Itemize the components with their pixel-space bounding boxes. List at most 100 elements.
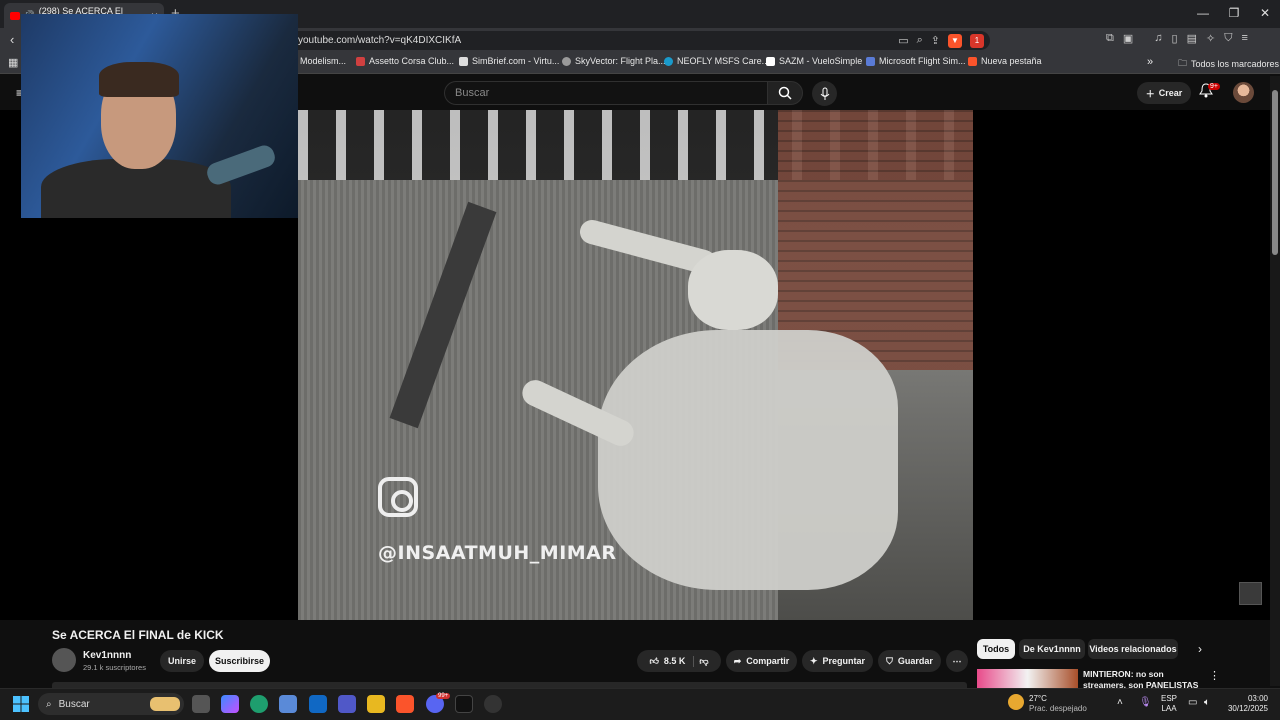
video-title: Se ACERCA El FINAL de KICK: [52, 628, 224, 642]
channel-name[interactable]: Kev1nnnn: [83, 650, 131, 661]
mic-active-icon[interactable]: 🎙︎: [1139, 698, 1152, 708]
bookmark-favicon-icon: [459, 56, 468, 66]
cast-icon[interactable]: ▭: [898, 34, 908, 47]
bookmark-icon: ⛉: [886, 655, 893, 666]
all-bookmarks-label: Todos los marcadores: [1191, 59, 1280, 69]
back-icon[interactable]: ‹: [10, 32, 14, 47]
close-window-icon[interactable]: ✕: [1255, 6, 1275, 20]
like-dislike-group: 👍︎ 8.5 K 👎︎: [637, 650, 721, 672]
search-placeholder: Buscar: [455, 87, 490, 99]
miniplayer-thumbnail[interactable]: [1239, 582, 1262, 605]
video-frame[interactable]: @INSAATMUH_MIMAR: [298, 110, 973, 620]
like-button[interactable]: 👍︎ 8.5 K: [649, 655, 695, 667]
wallet-icon[interactable]: ▤: [1187, 32, 1197, 45]
bookmark-favicon-icon: [356, 56, 365, 66]
bookmark-favicon-icon: [664, 56, 673, 66]
bookmark-item[interactable]: Nueva pestaña: [968, 56, 1042, 66]
bookmark-item[interactable]: SkyVector: Flight Pla...: [562, 56, 666, 66]
weather-icon[interactable]: [1008, 694, 1024, 710]
edge-icon[interactable]: [250, 695, 268, 713]
bookmark-favicon-icon: [968, 56, 977, 66]
subscribe-button[interactable]: Suscribirse: [209, 650, 270, 672]
taskbar-search-label: Buscar: [58, 698, 90, 710]
vpn-icon[interactable]: ⛉: [1224, 32, 1232, 45]
channel-avatar[interactable]: [52, 648, 76, 672]
like-count: 8.5 K: [663, 656, 686, 666]
share-button[interactable]: ➦ Compartir: [726, 650, 797, 672]
chip-from-channel[interactable]: De Kev1nnnn: [1019, 639, 1085, 659]
tiktok-icon[interactable]: [455, 695, 473, 713]
search-button[interactable]: [767, 81, 803, 105]
url-bar[interactable]: youtube.com/watch?v=qK4DIXCIKfA: [288, 31, 990, 50]
chip-related[interactable]: Videos relacionados: [1088, 639, 1178, 659]
voice-search-button[interactable]: [812, 81, 837, 106]
bookmark-label: NEOFLY MSFS Care...: [677, 56, 770, 66]
microphone-arm: [204, 142, 278, 188]
share-icon[interactable]: ⇪: [931, 34, 940, 47]
maximize-icon[interactable]: ❐: [1224, 6, 1244, 20]
copilot-icon[interactable]: [221, 695, 239, 713]
windows-start-icon[interactable]: [13, 696, 29, 717]
bookmark-item[interactable]: Microsoft Flight Sim...: [866, 56, 966, 66]
bookmark-label: Modelism...: [300, 56, 347, 66]
thumbs-down-icon: 👎︎: [699, 655, 709, 666]
recommended-title[interactable]: MINTIERON: no son streamers, son PANELIS…: [1083, 669, 1203, 689]
file-explorer-icon[interactable]: [367, 695, 385, 713]
screenshot-icon[interactable]: ▣: [1123, 32, 1133, 45]
thumbs-up-icon: 👍︎: [649, 655, 659, 666]
bookmark-label: SimBrief.com - Virtu...: [472, 56, 560, 66]
clock[interactable]: 03:00 30/12/2025: [1226, 694, 1268, 714]
apps-grid-icon[interactable]: ▦: [8, 56, 18, 69]
outlook-icon[interactable]: [309, 695, 327, 713]
dislike-button[interactable]: 👎︎: [699, 656, 708, 667]
omnibox-actions: ▭ ⌕ ⇪ ▼ 1: [898, 31, 984, 50]
bookmark-item[interactable]: SAZM - VueloSimple: [766, 56, 862, 66]
bookmark-item[interactable]: Modelism...: [300, 56, 346, 66]
url-text: youtube.com/watch?v=qK4DIXCIKfA: [298, 35, 462, 46]
weather-temp: 27°C: [1029, 694, 1047, 703]
bookmarks-overflow-icon[interactable]: »: [1147, 56, 1153, 68]
teams-icon[interactable]: [338, 695, 356, 713]
task-view-icon[interactable]: [192, 695, 210, 713]
steam-icon[interactable]: [484, 695, 502, 713]
chevron-right-icon[interactable]: ›: [1198, 642, 1202, 656]
taskbar-search[interactable]: ⌕ Buscar: [38, 693, 184, 715]
all-bookmarks-button[interactable]: 🗀 Todos los marcadores: [1178, 56, 1279, 72]
clock-date: 30/12/2025: [1227, 704, 1268, 713]
ask-button[interactable]: ✦ Preguntar: [802, 650, 873, 672]
chip-all[interactable]: Todos: [977, 639, 1015, 659]
brave-shields-icon[interactable]: ▼: [948, 33, 962, 48]
brave-rewards-icon[interactable]: 1: [970, 33, 984, 48]
bookmark-favicon-icon: [766, 56, 775, 66]
bookmark-item[interactable]: SimBrief.com - Virtu...: [459, 56, 559, 66]
volume-icon[interactable]: 🔈︎: [1204, 698, 1210, 708]
recommended-thumbnail[interactable]: [977, 669, 1078, 689]
menu-icon[interactable]: ≡: [1241, 32, 1247, 45]
save-label: Guardar: [897, 656, 933, 666]
ask-label: Preguntar: [822, 656, 866, 666]
tray-overflow-icon[interactable]: ˄: [1117, 698, 1123, 708]
music-icon[interactable]: ♫: [1154, 32, 1162, 45]
minimize-icon[interactable]: —: [1193, 6, 1213, 20]
join-button[interactable]: Unirse: [160, 650, 204, 672]
brave-browser-icon[interactable]: [396, 695, 414, 713]
weather-widget[interactable]: 27°C Prac. despejado: [1029, 694, 1087, 714]
network-icon[interactable]: ▭: [1188, 698, 1197, 708]
search-highlight-icon: [150, 697, 180, 711]
save-button[interactable]: ⛉ Guardar: [878, 650, 941, 672]
language-indicator[interactable]: ESP LAA: [1161, 694, 1177, 714]
lang-bottom: LAA: [1161, 704, 1177, 713]
leo-icon[interactable]: ✧: [1206, 32, 1215, 45]
scrollbar-thumb[interactable]: [1272, 90, 1278, 255]
search-input[interactable]: Buscar: [444, 81, 767, 105]
bookmark-item[interactable]: Assetto Corsa Club...: [356, 56, 454, 66]
recommended-more-icon[interactable]: ⋮: [1209, 669, 1220, 682]
create-button[interactable]: ＋ Crear: [1137, 82, 1191, 104]
more-actions-icon[interactable]: ⋯: [946, 650, 968, 672]
sidebar-icon[interactable]: ▯: [1172, 32, 1178, 45]
extensions-icon[interactable]: ⧉: [1106, 32, 1114, 45]
account-avatar[interactable]: [1233, 82, 1254, 103]
bookmark-item[interactable]: NEOFLY MSFS Care...: [664, 56, 769, 66]
store-icon[interactable]: [279, 695, 297, 713]
zoom-icon[interactable]: ⌕: [917, 34, 923, 47]
